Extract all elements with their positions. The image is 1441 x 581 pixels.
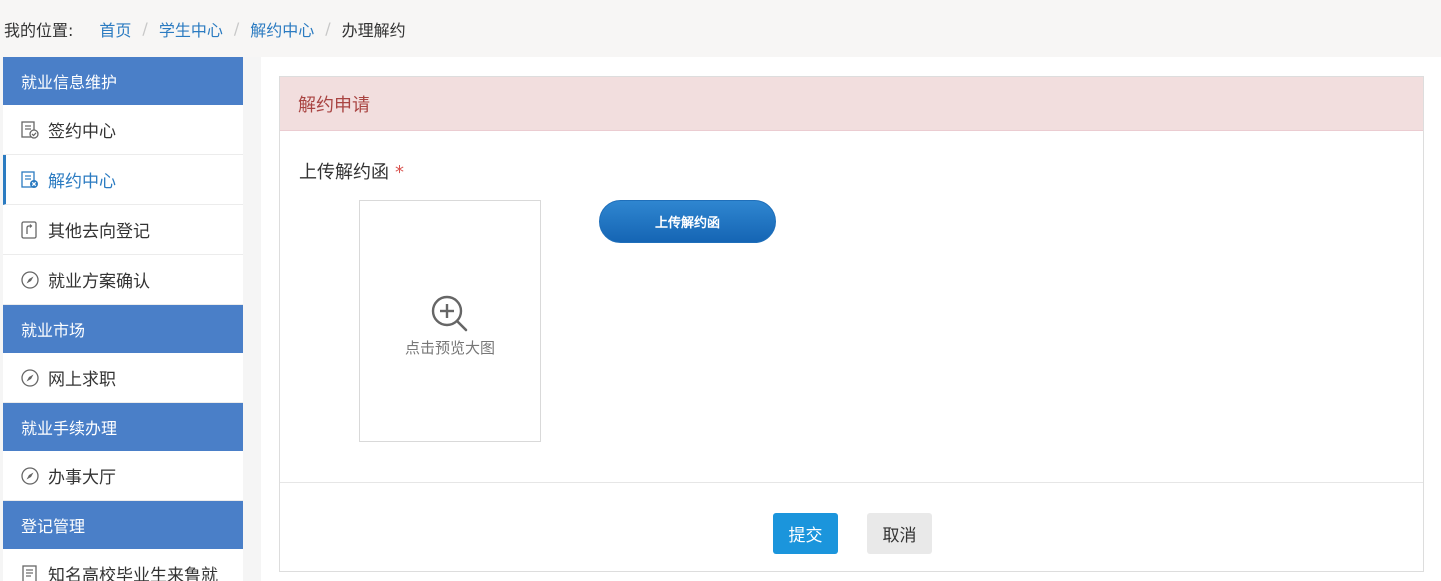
panel-title: 解约申请: [280, 77, 1423, 131]
breadcrumb-separator: /: [233, 19, 240, 38]
breadcrumb-separator: /: [142, 19, 148, 38]
sidebar-item-graduate-registration[interactable]: 知名高校毕业生来鲁就: [3, 549, 243, 581]
compass-icon: [20, 270, 40, 290]
sidebar-item-other-destination[interactable]: 其他去向登记: [3, 205, 243, 255]
zoom-in-icon: [429, 293, 471, 335]
sidebar-item-label: 签约中心: [48, 122, 116, 142]
sidebar-item-label: 办事大厅: [48, 468, 116, 488]
sidebar-item-label: 解约中心: [48, 172, 116, 192]
preview-hint-text: 点击预览大图: [404, 338, 495, 357]
register-icon: [20, 220, 40, 240]
contract-check-icon: [20, 120, 40, 140]
upload-field-label: 上传解约函 *: [299, 158, 404, 184]
sidebar-item-termination-center[interactable]: 解约中心: [3, 155, 243, 205]
breadcrumb-current: 办理解约: [341, 20, 406, 40]
breadcrumb: 我的位置: 首页 / 学生中心 / 解约中心 / 办理解约: [0, 0, 1441, 57]
breadcrumb-prefix: 我的位置:: [4, 20, 74, 40]
breadcrumb-student-center-link[interactable]: 学生中心: [159, 17, 223, 41]
sidebar-group-registration[interactable]: 登记管理: [3, 501, 243, 549]
submit-button[interactable]: 提交: [773, 513, 838, 554]
termination-application-panel: 解约申请 上传解约函 * 点击预览大图 上传解约函 提交 取消: [279, 76, 1424, 572]
image-preview-box[interactable]: 点击预览大图: [359, 200, 541, 442]
sidebar-item-label: 其他去向登记: [48, 222, 150, 242]
sidebar: 就业信息维护 签约中心 解约中心 其他去向登记 就业方案确认 就业市场 网上求职…: [3, 57, 243, 581]
sidebar-item-online-job-search[interactable]: 网上求职: [3, 353, 243, 403]
contract-cancel-icon: [20, 170, 40, 190]
sidebar-item-service-hall[interactable]: 办事大厅: [3, 451, 243, 501]
breadcrumb-separator: /: [325, 19, 331, 38]
upload-termination-letter-button[interactable]: 上传解约函: [599, 200, 776, 243]
breadcrumb-termination-center-link[interactable]: 解约中心: [250, 17, 314, 41]
document-icon: [20, 564, 40, 581]
breadcrumb-home-link[interactable]: 首页: [99, 17, 131, 41]
main-content: 解约申请 上传解约函 * 点击预览大图 上传解约函 提交 取消: [261, 57, 1441, 581]
sidebar-group-procedures[interactable]: 就业手续办理: [3, 403, 243, 451]
sidebar-item-label: 网上求职: [48, 370, 116, 390]
required-mark: *: [395, 162, 404, 183]
sidebar-item-label: 就业方案确认: [48, 272, 150, 292]
compass-icon: [20, 368, 40, 388]
cancel-button[interactable]: 取消: [867, 513, 932, 554]
sidebar-group-employment-info[interactable]: 就业信息维护: [3, 57, 243, 105]
sidebar-item-contract-center[interactable]: 签约中心: [3, 105, 243, 155]
sidebar-group-job-market[interactable]: 就业市场: [3, 305, 243, 353]
divider: [280, 482, 1423, 483]
sidebar-item-label: 知名高校毕业生来鲁就: [48, 566, 218, 581]
compass-icon: [20, 466, 40, 486]
upload-field-label-text: 上传解约函: [299, 162, 389, 183]
sidebar-item-plan-confirm[interactable]: 就业方案确认: [3, 255, 243, 305]
